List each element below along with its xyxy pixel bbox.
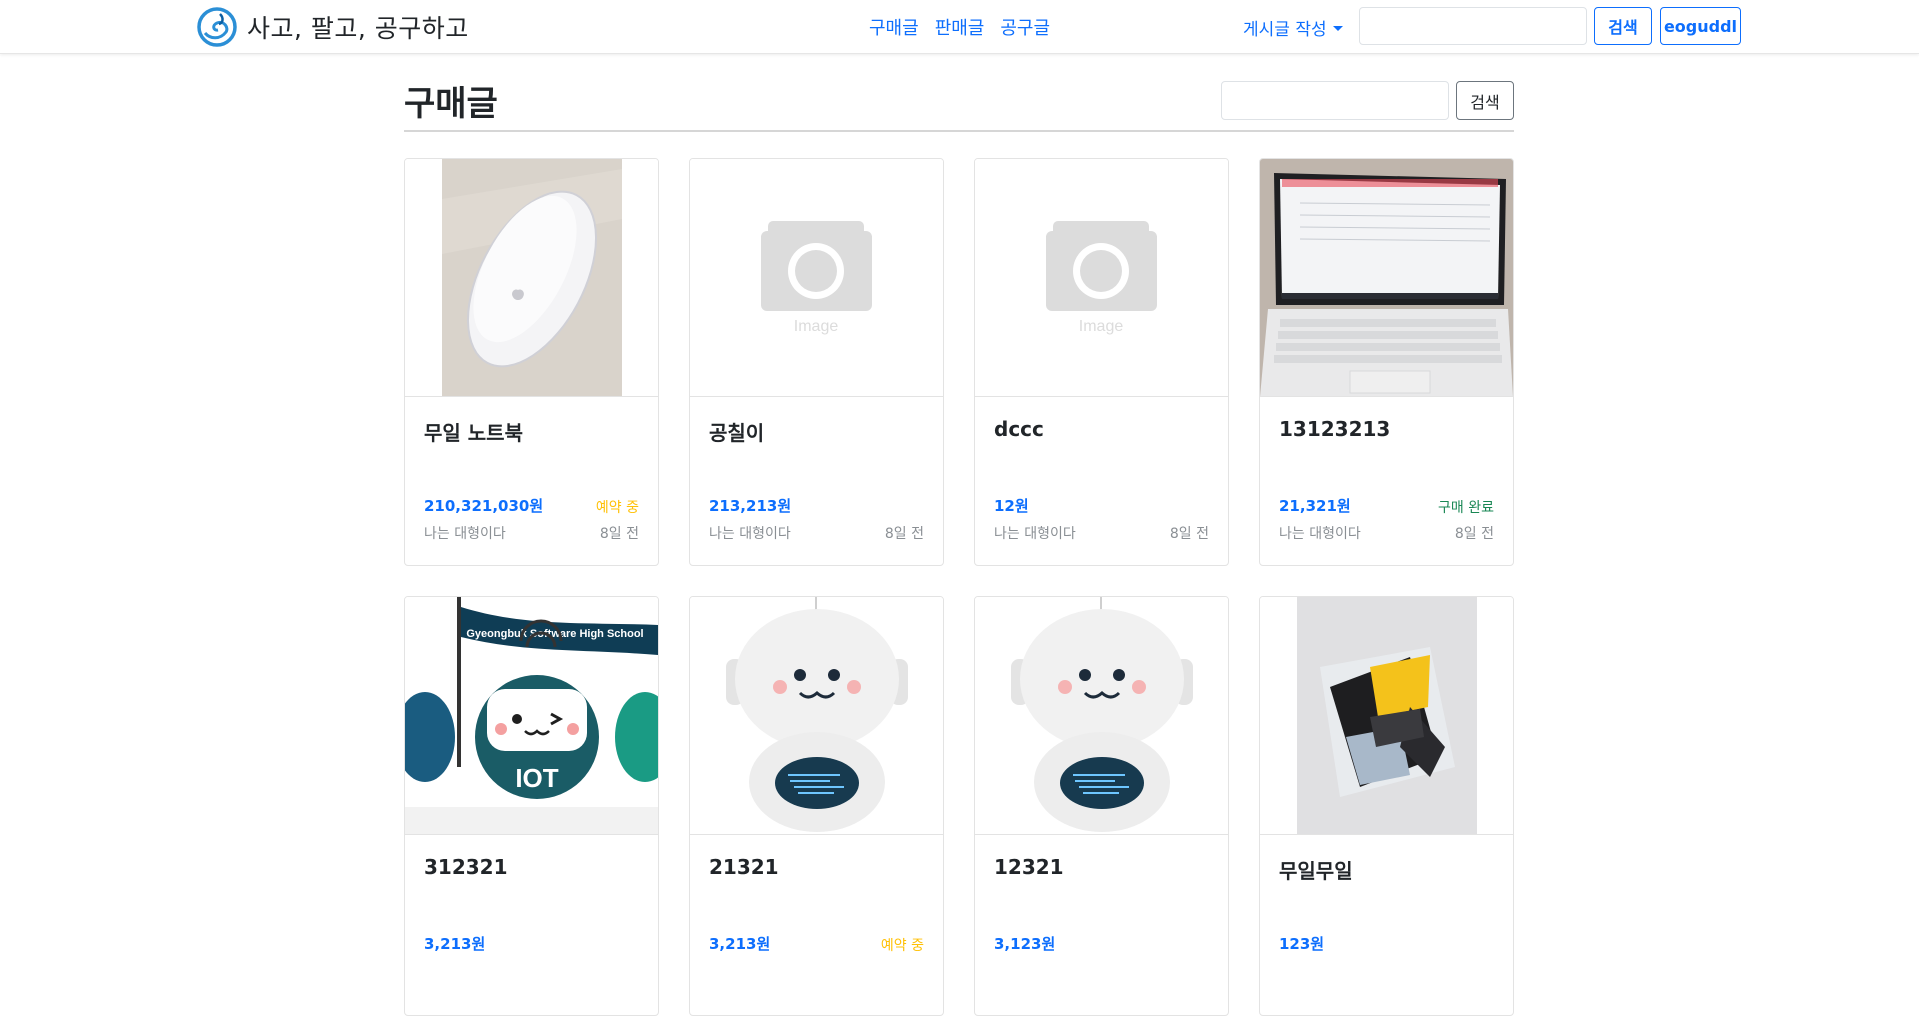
nav-link-buy[interactable]: 구매글 [869, 14, 919, 40]
placeholder-label: Image [1079, 318, 1124, 335]
post-card[interactable]: Image 공칠이 213,213원 나는 대형이다 8일 전 [689, 158, 944, 566]
post-author: 나는 대형이다 [1279, 526, 1361, 542]
post-price: 12원 [994, 497, 1029, 515]
rice-ball-photo-image [1260, 597, 1513, 834]
robot-mascot-image [690, 597, 943, 834]
post-card[interactable]: 무일무일 123원 [1259, 596, 1514, 1016]
post-price: 3,213원 [424, 935, 486, 953]
post-price: 3,213원 [709, 935, 771, 953]
post-card-body: dccc 12원 나는 대형이다 8일 전 [994, 397, 1209, 565]
page-search-input[interactable] [1221, 81, 1449, 120]
post-card[interactable]: 13123213 21,321원 구매 완료 나는 대형이다 8일 전 [1259, 158, 1514, 566]
camera-placeholder-icon: Image [975, 159, 1228, 396]
chevron-down-icon [1332, 26, 1343, 31]
post-price: 210,321,030원 [424, 497, 544, 515]
post-card-body: 13123213 21,321원 구매 완료 나는 대형이다 8일 전 [1279, 397, 1494, 565]
status-badge: 구매 완료 [1438, 500, 1494, 516]
mouse-photo-image [405, 159, 658, 396]
post-card[interactable]: Image dccc 12원 나는 대형이다 8일 전 [974, 158, 1229, 566]
post-card-body: 312321 3,213원 [424, 835, 639, 1015]
status-badge: 예약 중 [880, 938, 924, 954]
post-title: 21321 [709, 855, 779, 879]
brand-link[interactable]: 사고, 팔고, 공구하고 [196, 6, 469, 48]
iot-mascot-image: Gyeongbuk Software High School IOT [405, 597, 658, 834]
post-time: 8일 전 [1169, 526, 1209, 542]
post-price: 213,213원 [709, 497, 792, 515]
post-title: 무일 노트북 [424, 421, 523, 445]
status-badge: 예약 중 [595, 500, 639, 516]
post-price: 21,321원 [1279, 497, 1351, 515]
post-card-body: 무일무일 123원 [1279, 835, 1494, 1015]
post-card-body: 12321 3,123원 [994, 835, 1209, 1015]
camera-placeholder-icon: Image [690, 159, 943, 396]
post-author: 나는 대형이다 [709, 526, 791, 542]
post-time: 8일 전 [1454, 526, 1494, 542]
post-title: dccc [994, 417, 1044, 441]
post-thumbnail [405, 159, 658, 397]
post-thumbnail: Gyeongbuk Software High School IOT [405, 597, 658, 835]
post-thumbnail [1260, 597, 1513, 835]
post-thumbnail [1260, 159, 1513, 397]
post-thumbnail [975, 597, 1228, 835]
brand-name: 사고, 팔고, 공구하고 [247, 14, 469, 43]
top-navbar: 사고, 팔고, 공구하고 구매글 판매글 공구글 게시글 작성 검색 eogud… [0, 0, 1919, 54]
page-search-button[interactable]: 검색 [1456, 81, 1514, 120]
navbar-search-button[interactable]: 검색 [1594, 7, 1652, 45]
user-account-button[interactable]: eoguddl [1660, 7, 1741, 45]
banner-text: Gyeongbuk Software High School [466, 628, 643, 640]
post-title: 공칠이 [709, 421, 765, 445]
post-card[interactable]: 무일 노트북 210,321,030원 예약 중 나는 대형이다 8일 전 [404, 158, 659, 566]
post-thumbnail: Image [975, 159, 1228, 397]
nav-link-sell[interactable]: 판매글 [935, 14, 985, 40]
post-price: 3,123원 [994, 935, 1056, 953]
post-title: 무일무일 [1279, 859, 1353, 883]
post-time: 8일 전 [884, 526, 924, 542]
post-thumbnail: Image [690, 159, 943, 397]
nav-link-group-buy[interactable]: 공구글 [1000, 14, 1050, 40]
post-grid: 무일 노트북 210,321,030원 예약 중 나는 대형이다 8일 전 Im… [404, 158, 1514, 1016]
placeholder-label: Image [794, 318, 839, 335]
robot-mascot-image [975, 597, 1228, 834]
laptop-photo-image [1260, 159, 1513, 396]
post-card[interactable]: 12321 3,123원 [974, 596, 1229, 1016]
page-title: 구매글 [404, 84, 498, 124]
brand-logo-icon [197, 7, 237, 47]
write-post-dropdown[interactable]: 게시글 작성 [1243, 15, 1343, 40]
post-card-body: 무일 노트북 210,321,030원 예약 중 나는 대형이다 8일 전 [424, 397, 639, 565]
main-nav: 구매글 판매글 공구글 [869, 14, 1050, 40]
post-title: 13123213 [1279, 417, 1391, 441]
navbar-search-input[interactable] [1359, 7, 1587, 45]
post-author: 나는 대형이다 [424, 526, 506, 542]
post-thumbnail [690, 597, 943, 835]
post-author: 나는 대형이다 [994, 526, 1076, 542]
post-card[interactable]: Gyeongbuk Software High School IOT 31232… [404, 596, 659, 1016]
post-title: 12321 [994, 855, 1064, 879]
banner-logo: IOT [515, 763, 558, 793]
post-card[interactable]: 21321 3,213원 예약 중 [689, 596, 944, 1016]
write-post-label: 게시글 작성 [1243, 20, 1327, 40]
post-title: 312321 [424, 855, 508, 879]
post-time: 8일 전 [599, 526, 639, 542]
header-divider [404, 130, 1514, 132]
post-price: 123원 [1279, 935, 1325, 953]
post-card-body: 21321 3,213원 예약 중 [709, 835, 924, 1015]
post-card-body: 공칠이 213,213원 나는 대형이다 8일 전 [709, 397, 924, 565]
